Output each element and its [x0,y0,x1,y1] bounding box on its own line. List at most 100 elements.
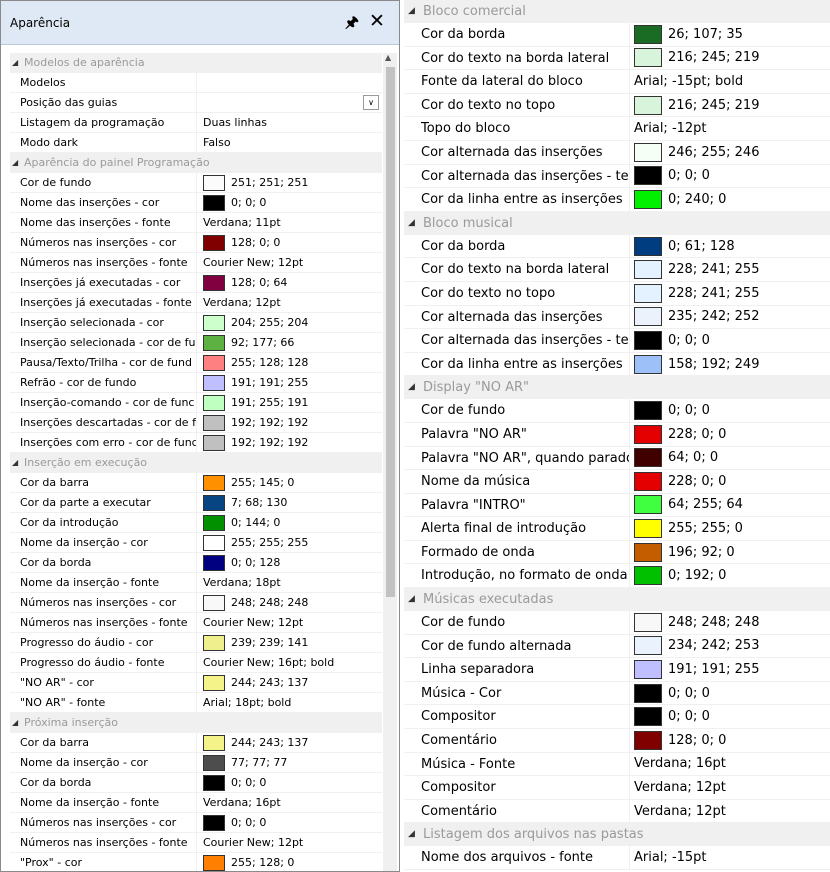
property-value[interactable]: 128; 0; 64 [197,273,382,292]
color-swatch[interactable] [203,234,225,251]
property-value[interactable]: 216; 245; 219 [630,47,830,70]
color-swatch[interactable] [634,142,662,162]
property-row[interactable]: Cor da introdução 0; 144; 0 [10,513,382,533]
property-value[interactable]: 191; 191; 255 [197,373,382,392]
color-swatch[interactable] [203,474,225,491]
property-value[interactable]: Courier New; 12pt [197,613,382,632]
property-value[interactable] [197,73,382,92]
property-value[interactable]: 0; 0; 0 [197,813,382,832]
color-swatch[interactable] [203,774,225,791]
property-value[interactable]: 255; 128; 128 [197,353,382,372]
property-value[interactable]: 0; 144; 0 [197,513,382,532]
property-row[interactable]: Cor do texto na borda lateral 216; 245; 2… [404,46,830,71]
vertical-scrollbar[interactable]: ▲ [383,53,397,871]
color-swatch[interactable] [634,401,662,421]
property-row[interactable]: Palavra "NO AR" 228; 0; 0 [404,422,830,447]
collapse-triangle-icon[interactable]: ◢ [408,588,415,611]
category-header[interactable]: ◢ Modelos de aparência [10,53,382,73]
color-swatch[interactable] [203,634,225,651]
property-value[interactable]: 77; 77; 77 [197,753,382,772]
property-value[interactable]: 228; 0; 0 [630,423,830,446]
category-header[interactable]: ◢ Display "NO AR" [404,376,830,400]
collapse-triangle-icon[interactable]: ◢ [408,376,415,399]
property-value[interactable]: 192; 192; 192 [197,433,382,452]
dropdown-chevron-icon[interactable]: ∨ [363,95,379,110]
property-value[interactable]: 248; 248; 248 [197,593,382,612]
property-row[interactable]: Nome da música 228; 0; 0 [404,470,830,494]
property-value[interactable]: 0; 240; 0 [630,188,830,211]
property-row[interactable]: Compositor 0; 0; 0 [404,705,830,730]
color-swatch[interactable] [634,236,662,256]
collapse-triangle-icon[interactable]: ◢ [12,53,18,73]
property-row[interactable]: Inserções descartadas - cor de fu 192; 19… [10,413,382,433]
color-swatch[interactable] [203,514,225,531]
property-row[interactable]: Cor da linha entre as inserções 158; 192;… [404,352,830,377]
color-swatch[interactable] [634,495,662,515]
property-value[interactable]: 26; 107; 35 [630,23,830,46]
color-swatch[interactable] [634,542,662,562]
color-swatch[interactable] [203,394,225,411]
property-value[interactable]: Verdana; 18pt [197,573,382,592]
close-icon[interactable]: ✕ [369,10,385,32]
color-swatch[interactable] [203,354,225,371]
color-swatch[interactable] [634,636,662,656]
property-value[interactable]: 228; 241; 255 [630,282,830,305]
scrollbar-thumb[interactable] [386,67,395,597]
collapse-triangle-icon[interactable]: ◢ [12,453,18,473]
color-swatch[interactable] [634,612,662,632]
property-row[interactable]: Cor alternada das inserções - tex 0; 0; 0 [404,164,830,189]
property-row[interactable]: Topo do bloco Arial; -12pt [404,117,830,141]
collapse-triangle-icon[interactable]: ◢ [408,0,415,23]
property-row[interactable]: Comentário 128; 0; 0 [404,729,830,753]
property-value[interactable]: 191; 255; 191 [197,393,382,412]
property-row[interactable]: Progresso do áudio - cor 239; 239; 141 [10,633,382,653]
color-swatch[interactable] [203,674,225,691]
property-row[interactable]: Cor da borda 26; 107; 35 [404,23,830,47]
color-swatch[interactable] [634,283,662,303]
property-row[interactable]: Comentário Verdana; 12pt [404,799,830,824]
property-row[interactable]: Nome das inserções - fonte Verdana; 11pt [10,213,382,233]
color-swatch[interactable] [634,354,662,374]
category-header[interactable]: ◢ Músicas executadas [404,588,830,612]
property-row[interactable]: Números nas inserções - cor 0; 0; 0 [10,813,382,833]
property-value[interactable]: 244; 243; 137 [197,673,382,692]
property-row[interactable]: Cor da borda 0; 0; 0 [10,773,382,793]
property-value[interactable]: 192; 192; 192 [197,413,382,432]
property-row[interactable]: Palavra "NO AR", quando parado 64; 0; 0 [404,446,830,471]
property-row[interactable]: Cor da barra 244; 243; 137 [10,733,382,753]
property-row[interactable]: Pausa/Texto/Trilha - cor de fund 255; 128… [10,353,382,373]
color-swatch[interactable] [634,330,662,350]
property-value[interactable]: 0; 0; 0 [630,165,830,188]
property-row[interactable]: "Prox" - cor 255; 128; 0 [10,853,382,871]
color-swatch[interactable] [203,334,225,351]
property-row[interactable]: Cor alternada das inserções 235; 242; 252 [404,305,830,330]
property-row[interactable]: Modelos [10,73,382,93]
property-row[interactable]: Nome dos arquivos - fonte Arial; -15pt [404,846,830,870]
property-value[interactable]: Verdana; 16pt [197,793,382,812]
property-row[interactable]: Inserção selecionada - cor de fur 92; 177… [10,333,382,353]
property-row[interactable]: Nome das inserções - cor 0; 0; 0 [10,193,382,213]
property-value[interactable]: 255; 145; 0 [197,473,382,492]
color-swatch[interactable] [203,754,225,771]
property-row[interactable]: Posição das guias ∨ [10,93,382,113]
property-value[interactable]: Verdana; 12pt [630,776,830,799]
property-value[interactable]: 158; 192; 249 [630,353,830,376]
property-row[interactable]: Inserção-comando - cor de func 191; 255; … [10,393,382,413]
property-row[interactable]: Linha separadora 191; 191; 255 [404,658,830,682]
color-swatch[interactable] [203,554,225,571]
color-swatch[interactable] [634,424,662,444]
property-row[interactable]: Números nas inserções - fonte Courier New… [10,253,382,273]
property-value[interactable]: 0; 61; 128 [630,235,830,258]
category-header[interactable]: ◢ Próxima inserção [10,713,382,733]
property-row[interactable]: Inserções já executadas - fonte Verdana; … [10,293,382,313]
property-row[interactable]: Cor do texto na borda lateral 228; 241; 2… [404,258,830,282]
property-value[interactable]: 128; 0; 0 [630,729,830,752]
color-swatch[interactable] [203,854,225,871]
property-value[interactable]: 235; 242; 252 [630,306,830,329]
property-value[interactable]: 244; 243; 137 [197,733,382,752]
property-row[interactable]: Números nas inserções - cor 128; 0; 0 [10,233,382,253]
property-row[interactable]: Palavra "INTRO" 64; 255; 64 [404,493,830,518]
property-value[interactable]: 92; 177; 66 [197,333,382,352]
pin-icon[interactable]: 🖈︎ [345,12,359,37]
property-value[interactable]: Verdana; 12pt [197,293,382,312]
